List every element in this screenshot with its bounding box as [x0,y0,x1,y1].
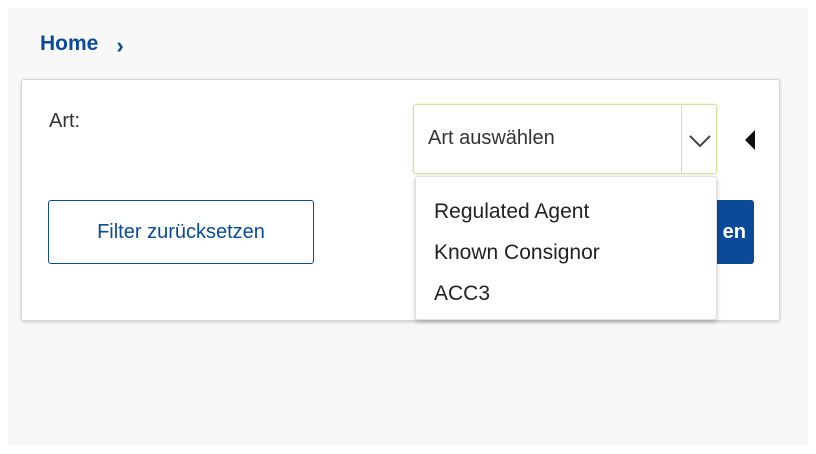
chevron-down-icon[interactable] [684,105,717,173]
filter-panel: Art: Art auswählen Filter zurücksetzen e… [21,79,780,321]
art-label: Art: [49,110,81,132]
breadcrumb-home-link[interactable]: Home [40,32,98,56]
reset-filter-button[interactable]: Filter zurücksetzen [48,200,314,264]
dropdown-option-known-consignor[interactable]: Known Consignor [416,232,716,273]
page: Home › Art: Art auswählen Filter zurücks… [8,8,808,446]
breadcrumb: Home › [40,32,124,58]
chevron-right-icon: › [116,33,124,58]
caret-left-icon[interactable] [742,128,758,152]
art-dropdown-menu: Regulated Agent Known Consignor ACC3 [415,176,717,320]
art-select-value: Art auswählen [428,127,555,149]
select-divider [681,105,682,173]
apply-filter-label: en [722,220,746,243]
dropdown-option-regulated-agent[interactable]: Regulated Agent [416,191,716,232]
art-select[interactable]: Art auswählen [413,104,717,174]
dropdown-option-acc3[interactable]: ACC3 [416,273,716,314]
